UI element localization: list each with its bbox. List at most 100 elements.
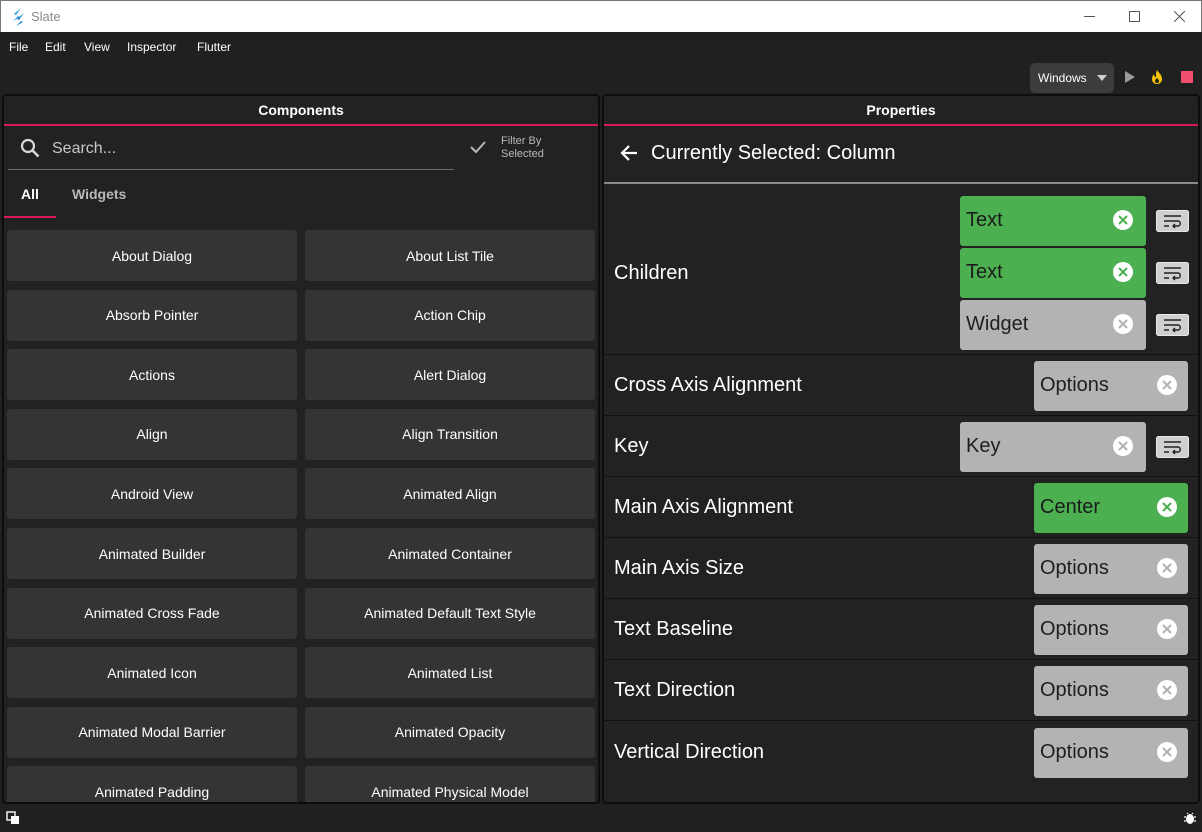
menu-flutter[interactable]: Flutter xyxy=(197,40,231,54)
property-chip[interactable]: Options xyxy=(1034,728,1188,778)
chip-value: Options xyxy=(1040,679,1109,701)
arrow-left-icon[interactable] xyxy=(620,144,638,162)
chip-value: Text xyxy=(966,209,1003,231)
menu-view[interactable]: View xyxy=(84,40,110,54)
clear-icon[interactable] xyxy=(1156,741,1178,763)
component-button[interactable]: Alert Dialog xyxy=(305,349,595,401)
currently-selected-title: Currently Selected: Column xyxy=(651,142,896,164)
clear-icon[interactable] xyxy=(1112,435,1134,457)
component-button[interactable]: Animated Padding xyxy=(7,766,297,802)
hot-reload-icon[interactable] xyxy=(1149,69,1165,85)
check-icon[interactable] xyxy=(470,140,486,154)
wrap-icon[interactable] xyxy=(1156,314,1189,336)
property-chip[interactable]: Text xyxy=(960,196,1146,246)
component-button[interactable]: Animated List xyxy=(305,647,595,699)
platform-dropdown[interactable]: Windows xyxy=(1030,63,1114,93)
property-row-key: Key Key xyxy=(604,416,1198,477)
component-button[interactable]: Animated Default Text Style xyxy=(305,587,595,639)
property-chip[interactable]: Text xyxy=(960,248,1146,298)
property-label: Main Axis Alignment xyxy=(614,496,793,518)
tab-widgets[interactable]: Widgets xyxy=(72,186,126,202)
property-row-vertical-direction: Vertical Direction Options xyxy=(604,721,1198,783)
property-row-main-axis-size: Main Axis Size Options xyxy=(604,538,1198,599)
component-button[interactable]: Animated Modal Barrier xyxy=(7,706,297,758)
components-panel: Components Filter By Selected All Widget… xyxy=(2,94,600,804)
tab-indicator xyxy=(4,216,56,218)
component-grid: About Dialog About List Tile Absorb Poin… xyxy=(7,230,598,802)
property-chip[interactable]: Center xyxy=(1034,483,1188,533)
chevron-down-icon xyxy=(1097,75,1107,81)
clear-icon[interactable] xyxy=(1156,496,1178,518)
clear-icon[interactable] xyxy=(1156,618,1178,640)
component-button[interactable]: Animated Align xyxy=(305,468,595,520)
properties-header: Properties xyxy=(604,96,1198,126)
component-tabs: All Widgets xyxy=(4,172,598,220)
close-window-button[interactable] xyxy=(1156,1,1202,32)
bug-icon[interactable] xyxy=(1183,811,1197,825)
clear-icon[interactable] xyxy=(1112,261,1134,283)
filter-by-selected-label[interactable]: Filter By Selected xyxy=(501,135,561,161)
component-button[interactable]: Animated Icon xyxy=(7,647,297,699)
title-bar: Slate xyxy=(0,0,1202,32)
clear-icon[interactable] xyxy=(1156,679,1178,701)
maximize-button[interactable] xyxy=(1111,1,1157,32)
menu-inspector[interactable]: Inspector xyxy=(127,40,176,54)
component-button[interactable]: Android View xyxy=(7,468,297,520)
clear-icon[interactable] xyxy=(1112,313,1134,335)
wrap-icon[interactable] xyxy=(1156,262,1189,284)
minimize-button[interactable] xyxy=(1066,1,1112,32)
property-row-cross-axis-alignment: Cross Axis Alignment Options xyxy=(604,355,1198,416)
search-input[interactable] xyxy=(52,134,452,164)
component-button[interactable]: Action Chip xyxy=(305,289,595,341)
chip-value: Text xyxy=(966,261,1003,283)
property-chip[interactable]: Widget xyxy=(960,300,1146,350)
stop-icon[interactable] xyxy=(1179,69,1195,85)
property-label: Main Axis Size xyxy=(614,557,745,579)
chip-value: Options xyxy=(1040,618,1109,640)
close-icon xyxy=(1173,11,1185,22)
component-button[interactable]: Actions xyxy=(7,349,297,401)
wrap-icon[interactable] xyxy=(1156,210,1189,232)
component-button[interactable]: Animated Physical Model xyxy=(305,766,595,802)
component-button[interactable]: Animated Builder xyxy=(7,528,297,579)
slate-logo-icon xyxy=(13,8,24,26)
component-button[interactable]: Animated Container xyxy=(305,528,595,579)
search-underline xyxy=(8,169,454,170)
minimize-icon xyxy=(1083,16,1095,17)
property-chip[interactable]: Options xyxy=(1034,605,1188,655)
property-chip[interactable]: Options xyxy=(1034,544,1188,594)
component-button[interactable]: Align Transition xyxy=(305,408,595,460)
property-chip[interactable]: Options xyxy=(1034,361,1188,411)
maximize-icon xyxy=(1128,11,1140,22)
tab-all[interactable]: All xyxy=(21,186,39,202)
properties-divider xyxy=(604,182,1198,184)
property-label: Key xyxy=(614,435,649,457)
chip-value: Options xyxy=(1040,741,1109,763)
component-button[interactable]: Animated Cross Fade xyxy=(7,587,297,639)
property-row-main-axis-alignment: Main Axis Alignment Center xyxy=(604,477,1198,538)
copy-icon[interactable] xyxy=(6,811,20,825)
chip-value: Options xyxy=(1040,557,1109,579)
clear-icon[interactable] xyxy=(1112,209,1134,231)
play-icon[interactable] xyxy=(1122,69,1138,85)
property-row-children: Children Text Text Widget xyxy=(604,188,1198,355)
component-button[interactable]: Absorb Pointer xyxy=(7,289,297,341)
status-bar xyxy=(0,806,1202,832)
wrap-icon[interactable] xyxy=(1156,436,1189,458)
component-button[interactable]: About List Tile xyxy=(305,230,595,281)
clear-icon[interactable] xyxy=(1156,557,1178,579)
menu-file[interactable]: File xyxy=(9,40,28,54)
property-chip[interactable]: Options xyxy=(1034,666,1188,716)
menu-edit[interactable]: Edit xyxy=(45,40,66,54)
property-label: Children xyxy=(614,262,689,284)
window-title: Slate xyxy=(31,9,61,24)
platform-dropdown-value: Windows xyxy=(1038,71,1087,85)
component-button[interactable]: Align xyxy=(7,408,297,460)
clear-icon[interactable] xyxy=(1156,374,1178,396)
search-icon xyxy=(20,138,40,158)
property-row-text-baseline: Text Baseline Options xyxy=(604,599,1198,660)
property-chip[interactable]: Key xyxy=(960,422,1146,472)
component-button[interactable]: About Dialog xyxy=(7,230,297,281)
component-button[interactable]: Animated Opacity xyxy=(305,706,595,758)
property-label: Cross Axis Alignment xyxy=(614,374,802,396)
